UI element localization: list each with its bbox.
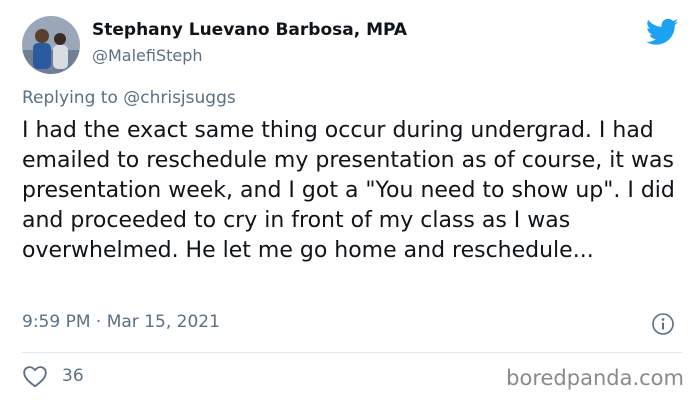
info-icon[interactable]	[651, 312, 675, 336]
divider	[22, 352, 682, 353]
like-count: 36	[62, 366, 84, 386]
tweet-timestamp[interactable]: 9:59 PM · Mar 15, 2021	[22, 312, 220, 332]
heart-icon	[23, 366, 47, 388]
avatar-photo	[22, 16, 80, 74]
like-button[interactable]: 36	[22, 362, 84, 390]
author-name[interactable]: Stephany Luevano Barbosa, MPA	[92, 20, 407, 40]
tweet-text: I had the exact same thing occur during …	[22, 118, 675, 263]
replying-to[interactable]: Replying to @chrisjsuggs	[22, 88, 236, 108]
author-handle[interactable]: @MalefiSteph	[92, 46, 203, 65]
avatar[interactable]	[22, 16, 80, 74]
twitter-bird-icon[interactable]	[646, 18, 678, 46]
watermark: boredpanda.com	[506, 366, 684, 390]
tweet-card: Stephany Luevano Barbosa, MPA @MalefiSte…	[0, 0, 700, 402]
